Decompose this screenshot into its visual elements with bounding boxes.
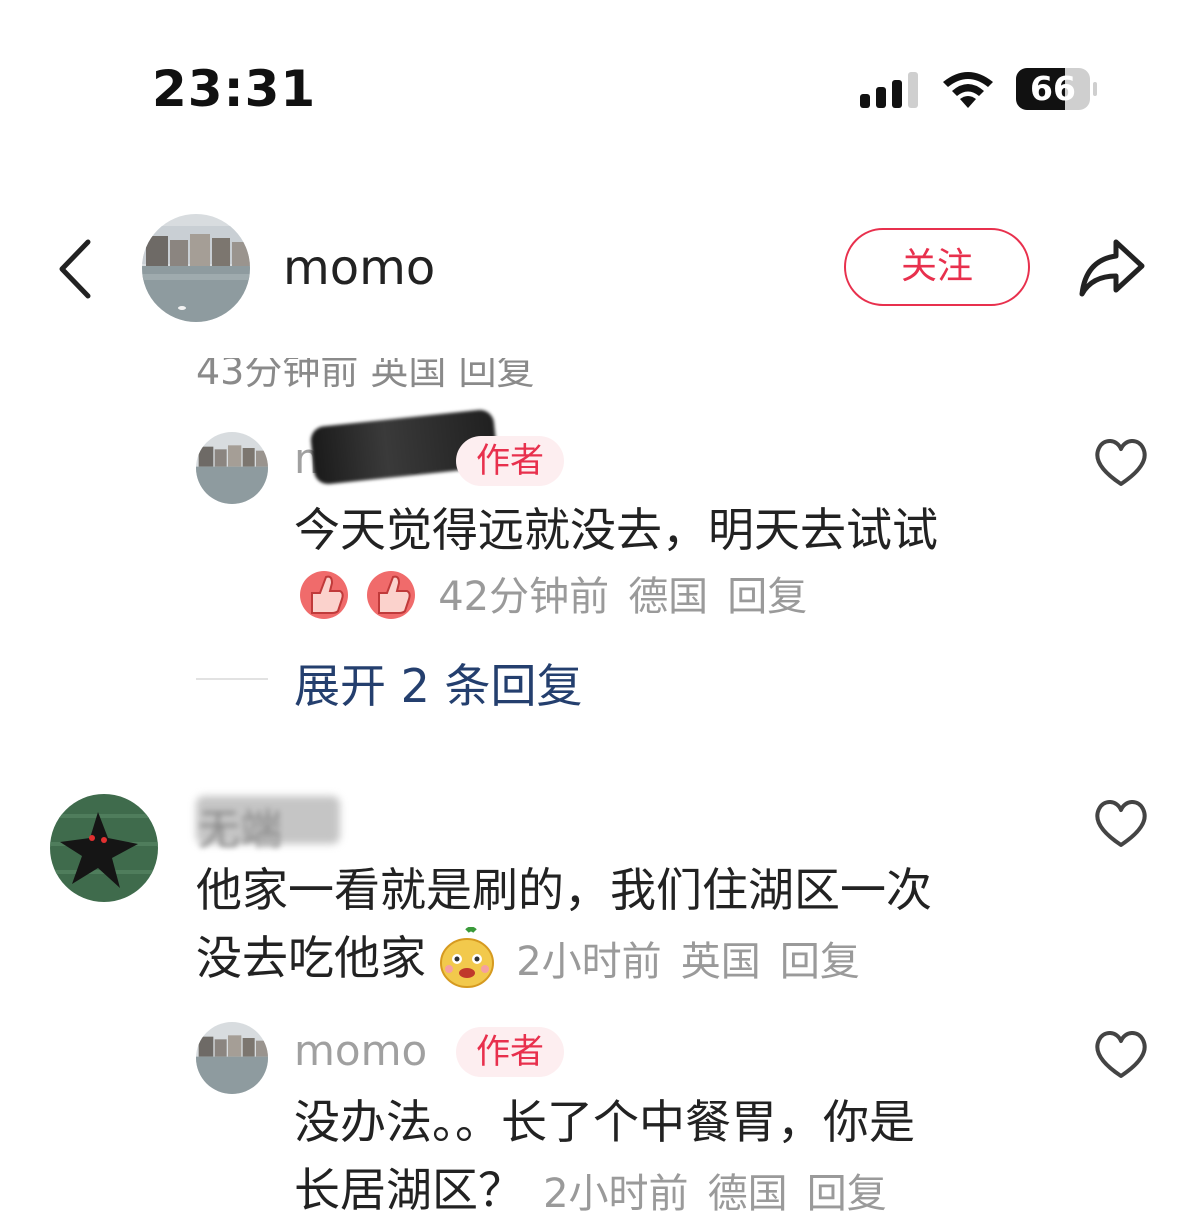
comment-text-line-2: 没去吃他家 [196, 931, 426, 985]
wifi-icon [943, 72, 993, 108]
reply-time: 2小时前 [543, 1171, 689, 1217]
status-time: 23:31 [152, 60, 317, 118]
reply-button[interactable]: 回复 [807, 1171, 887, 1217]
header-avatar[interactable] [142, 214, 250, 322]
star-creature-avatar-image [50, 794, 158, 902]
like-heart-icon[interactable] [1093, 797, 1149, 849]
reply-username[interactable]: momo [294, 1026, 427, 1075]
reply-button[interactable]: 回复 [780, 939, 860, 985]
commenter-avatar[interactable] [50, 794, 158, 902]
comment-text-line-1: 他家一看就是刷的，我们住湖区一次 [196, 863, 932, 917]
reply-location: 德国 [628, 574, 709, 620]
redaction-mark [196, 796, 340, 844]
expand-replies-link[interactable]: 展开 2 条回复 [294, 650, 583, 716]
follow-button[interactable]: 关注 [844, 228, 1030, 306]
author-badge: 作者 [456, 1027, 564, 1077]
back-button[interactable] [52, 236, 102, 302]
author-badge: 作者 [456, 436, 564, 486]
cellular-signal-icon [860, 72, 922, 108]
thumbs-up-icon [367, 571, 416, 619]
reply-time: 42分钟前 [438, 574, 610, 620]
battery-percent: 66 [1030, 69, 1076, 108]
reply-meta-row: 42分钟前 德国 回复 [296, 564, 807, 620]
like-heart-icon[interactable] [1093, 436, 1149, 488]
comment-time: 2小时前 [516, 939, 662, 985]
cartoon-face-icon [440, 927, 495, 988]
lake-town-avatar-image [196, 432, 268, 504]
reply-text-line-1: 没办法。。长了个中餐胃，你是 [294, 1095, 915, 1149]
comment-line-2-row: 没去吃他家 2小时前 英国 回复 [196, 924, 860, 992]
reply-line-2-row: 长居湖区？ 2小时前 德国 回复 [294, 1156, 887, 1224]
previous-comment-meta: 43分钟前 英国 回复 [196, 349, 535, 393]
comment-location: 英国 [680, 939, 761, 985]
reply-text-line-2: 长居湖区？ [294, 1163, 524, 1217]
battery-indicator: 66 [1016, 68, 1097, 110]
reply-location: 德国 [707, 1171, 788, 1217]
like-heart-icon[interactable] [1093, 1028, 1149, 1080]
expand-divider [196, 678, 268, 680]
thumbs-up-icon [300, 571, 348, 619]
share-icon[interactable] [1076, 234, 1148, 300]
reply-button[interactable]: 回复 [727, 574, 807, 620]
profile-username[interactable]: momo [283, 240, 435, 296]
reply-text: 今天觉得远就没去，明天去试试 [294, 503, 938, 557]
lake-town-avatar-image [196, 1022, 268, 1094]
reply-author-avatar[interactable] [196, 1022, 268, 1094]
reply-author-avatar[interactable] [196, 432, 268, 504]
lake-town-avatar-image [142, 214, 250, 322]
